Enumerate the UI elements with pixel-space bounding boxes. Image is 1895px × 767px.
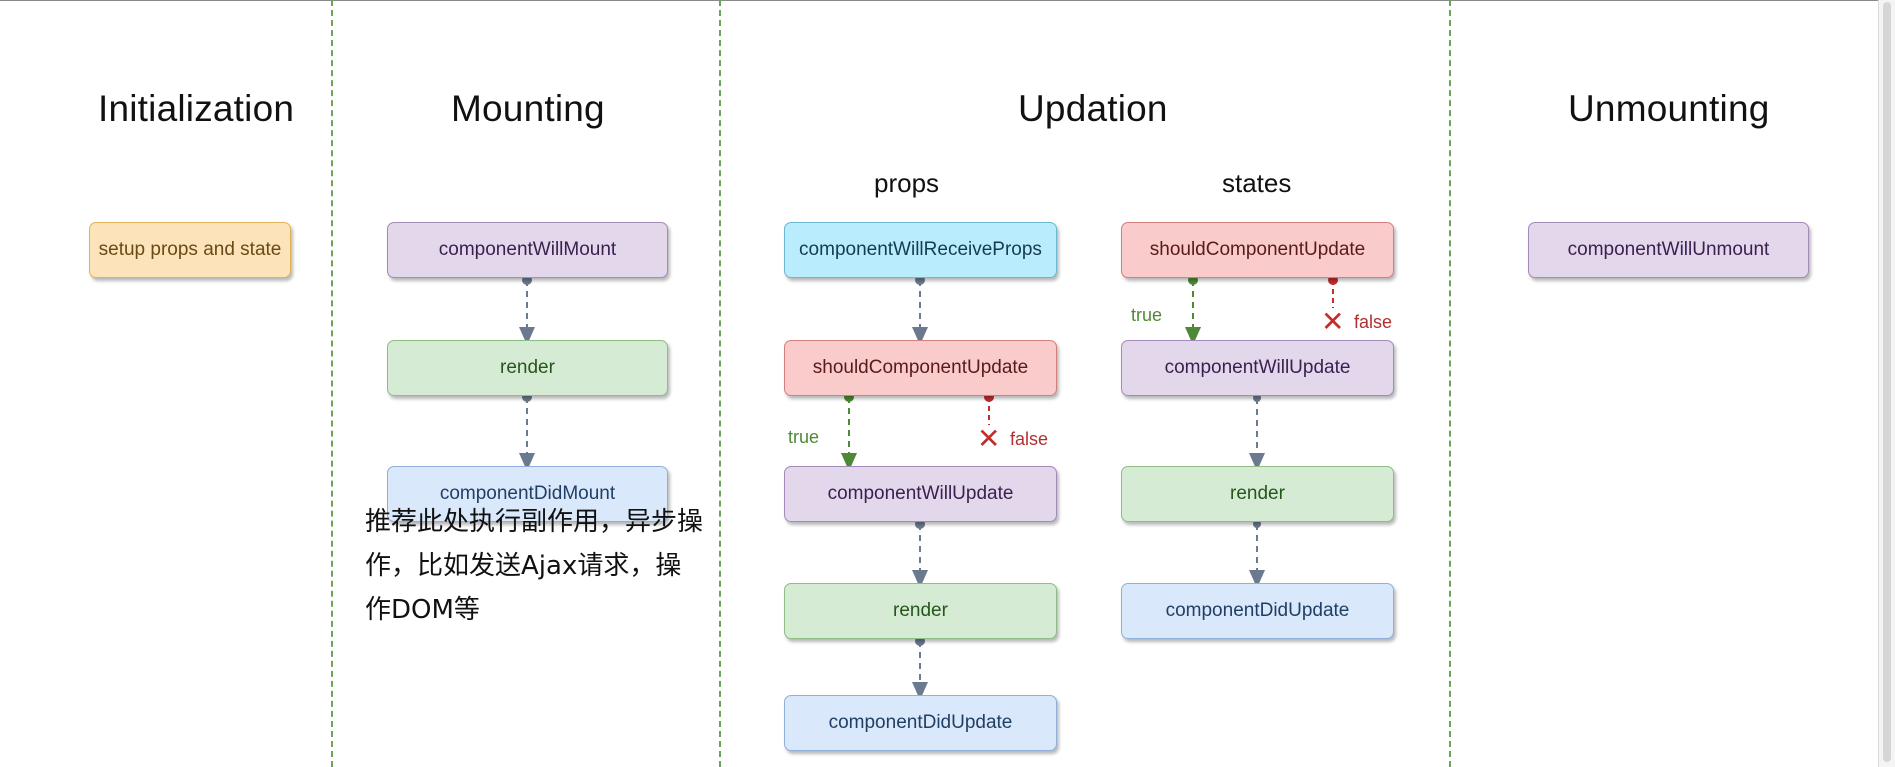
props-false-label: false: [1010, 429, 1049, 449]
states-component-will-update-box: componentWillUpdate: [1121, 340, 1394, 396]
props-false-cross-icon: ✕: [977, 423, 1001, 454]
side-effect-note: 推荐此处执行副作用，异步操作，比如发送Ajax请求，操作DOM等: [365, 507, 704, 625]
component-will-mount-box: componentWillMount: [387, 222, 668, 278]
states-true-label: true: [1131, 305, 1163, 325]
states-false-cross-icon: ✕: [1321, 306, 1345, 337]
scrollbar-thumb[interactable]: [1883, 2, 1891, 762]
props-component-did-update-box: componentDidUpdate: [784, 695, 1057, 751]
states-render-box: render: [1121, 466, 1394, 522]
states-component-did-update-box: componentDidUpdate: [1121, 583, 1394, 639]
props-should-component-update-box: shouldComponentUpdate: [784, 340, 1057, 396]
component-will-receive-props-box: componentWillReceiveProps: [784, 222, 1057, 278]
vertical-scrollbar[interactable]: [1878, 0, 1895, 767]
props-true-label: true: [788, 427, 820, 447]
states-should-component-update-box: shouldComponentUpdate: [1121, 222, 1394, 278]
props-component-will-update-box: componentWillUpdate: [784, 466, 1057, 522]
mounting-render-box: render: [387, 340, 668, 396]
component-will-unmount-box: componentWillUnmount: [1528, 222, 1809, 278]
states-false-label: false: [1354, 312, 1393, 332]
props-render-box: render: [784, 583, 1057, 639]
setup-props-and-state-box: setup props and state: [89, 222, 291, 278]
